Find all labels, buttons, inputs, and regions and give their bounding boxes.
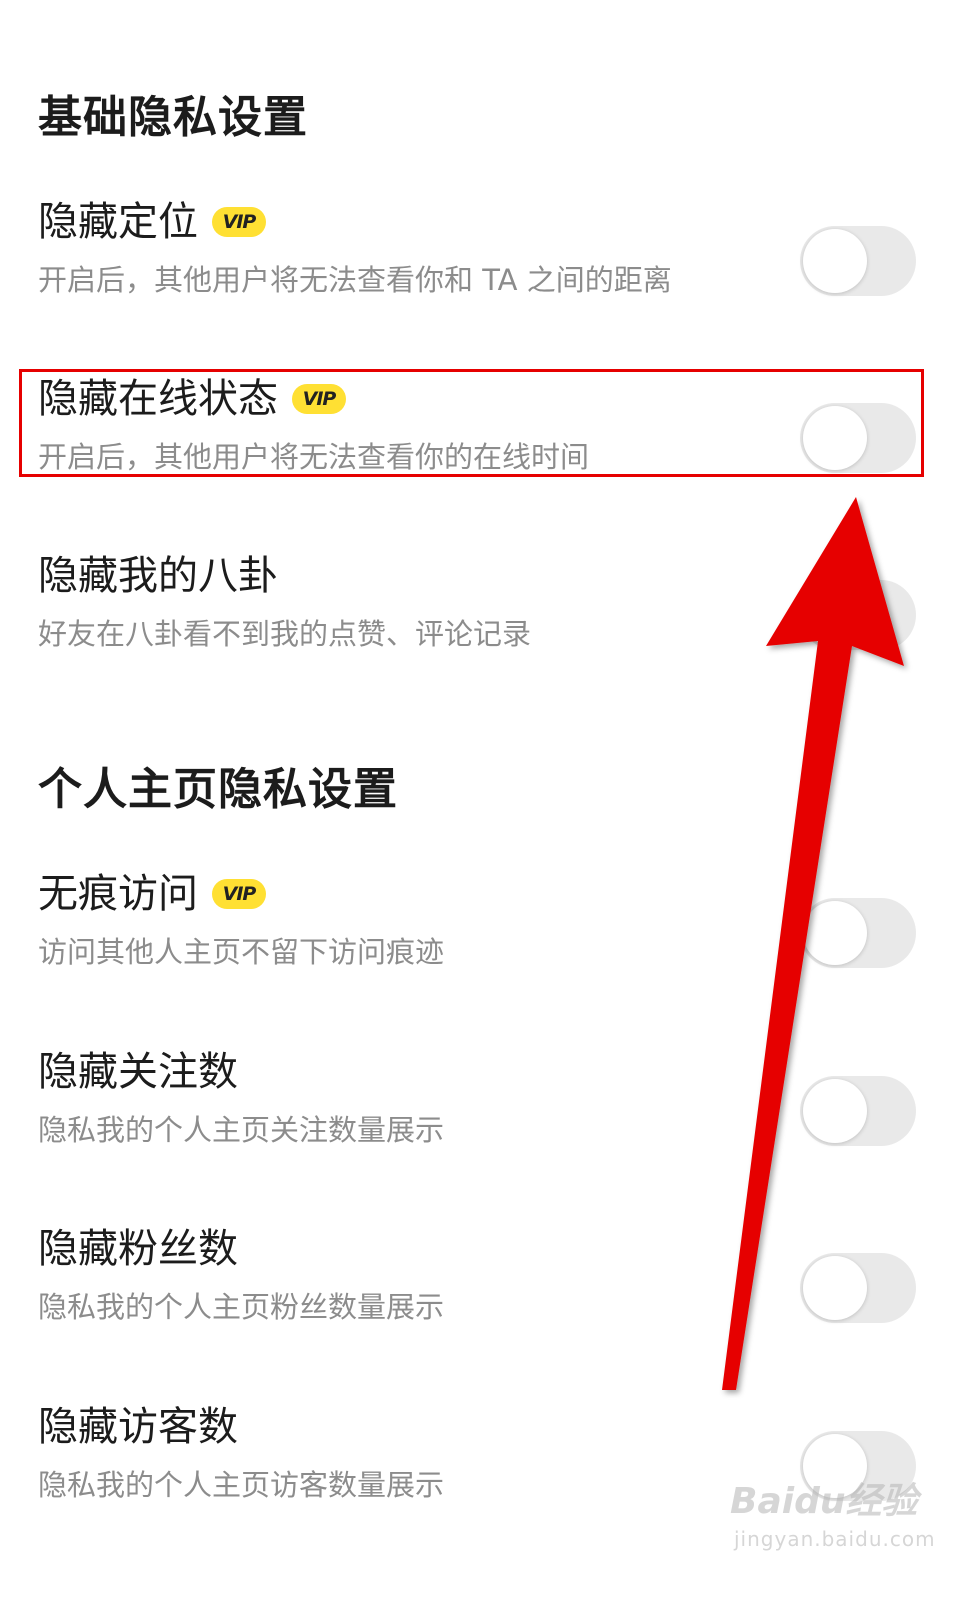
setting-title: 隐藏粉丝数: [38, 1223, 238, 1275]
setting-row-hide-following-count: 隐藏关注数 隐私我的个人主页关注数量展示: [0, 1046, 970, 1196]
setting-row-hide-location: 隐藏定位 VIP 开启后，其他用户将无法查看你和 TA 之间的距离: [0, 196, 970, 346]
setting-description: 开启后，其他用户将无法查看你和 TA 之间的距离: [38, 263, 672, 297]
setting-description: 开启后，其他用户将无法查看你的在线时间: [38, 440, 590, 474]
setting-title: 隐藏定位 VIP: [38, 196, 266, 248]
setting-description: 隐私我的个人主页访客数量展示: [38, 1468, 445, 1502]
hide-online-status-toggle[interactable]: [800, 403, 916, 473]
setting-title-text: 隐藏定位: [38, 199, 198, 245]
vip-badge: VIP: [212, 207, 266, 237]
setting-description: 访问其他人主页不留下访问痕迹: [38, 935, 445, 969]
section-title-profile-privacy: 个人主页隐私设置: [38, 764, 398, 815]
setting-row-hide-online-status: 隐藏在线状态 VIP 开启后，其他用户将无法查看你的在线时间: [0, 373, 970, 523]
setting-title: 隐藏在线状态 VIP: [38, 373, 346, 425]
hide-follower-count-toggle[interactable]: [800, 1253, 916, 1323]
setting-title: 隐藏访客数: [38, 1401, 238, 1453]
setting-description: 好友在八卦看不到我的点赞、评论记录: [38, 617, 532, 651]
setting-row-hide-follower-count: 隐藏粉丝数 隐私我的个人主页粉丝数量展示: [0, 1223, 970, 1373]
setting-description: 隐私我的个人主页关注数量展示: [38, 1113, 445, 1147]
setting-title-text: 无痕访问: [38, 871, 198, 917]
hide-gossip-toggle[interactable]: [800, 580, 916, 650]
setting-title-text: 隐藏粉丝数: [38, 1226, 238, 1272]
incognito-visit-toggle[interactable]: [800, 898, 916, 968]
toggle-knob: [803, 583, 867, 647]
setting-title: 无痕访问 VIP: [38, 868, 266, 920]
setting-title-text: 隐藏关注数: [38, 1049, 238, 1095]
toggle-knob: [803, 1434, 867, 1498]
toggle-knob: [803, 1256, 867, 1320]
hide-visitor-count-toggle[interactable]: [800, 1431, 916, 1501]
section-title-basic-privacy: 基础隐私设置: [38, 92, 308, 143]
setting-description: 隐私我的个人主页粉丝数量展示: [38, 1290, 445, 1324]
toggle-knob: [803, 1079, 867, 1143]
setting-row-hide-gossip: 隐藏我的八卦 好友在八卦看不到我的点赞、评论记录: [0, 550, 970, 700]
setting-row-hide-visitor-count: 隐藏访客数 隐私我的个人主页访客数量展示: [0, 1401, 970, 1551]
setting-title: 隐藏关注数: [38, 1046, 238, 1098]
vip-badge: VIP: [212, 879, 266, 909]
toggle-knob: [803, 406, 867, 470]
setting-row-incognito-visit: 无痕访问 VIP 访问其他人主页不留下访问痕迹: [0, 868, 970, 1018]
hide-location-toggle[interactable]: [800, 226, 916, 296]
vip-badge: VIP: [292, 384, 346, 414]
setting-title-text: 隐藏访客数: [38, 1404, 238, 1450]
hide-following-count-toggle[interactable]: [800, 1076, 916, 1146]
toggle-knob: [803, 901, 867, 965]
setting-title-text: 隐藏我的八卦: [38, 553, 278, 599]
setting-title-text: 隐藏在线状态: [38, 376, 278, 422]
setting-title: 隐藏我的八卦: [38, 550, 278, 602]
toggle-knob: [803, 229, 867, 293]
